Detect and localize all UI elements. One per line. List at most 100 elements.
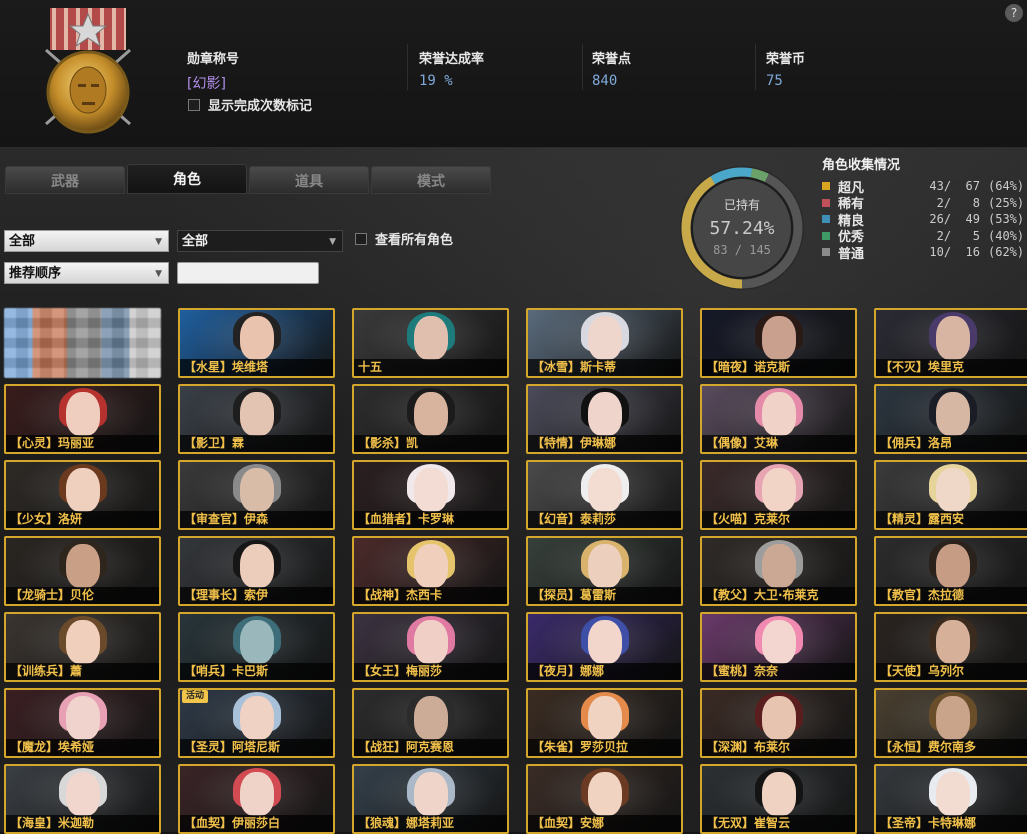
character-card[interactable]: 【圣帝】卡特琳娜	[874, 764, 1027, 834]
character-face	[413, 468, 448, 512]
character-card[interactable]: 【佣兵】洛昂	[874, 384, 1027, 454]
character-card[interactable]: 【偶像】艾琳	[700, 384, 857, 454]
character-card[interactable]: 【无双】崔智云	[700, 764, 857, 834]
rarity-percent: (64%)	[988, 179, 1025, 194]
honor-points-stat: 荣誉点 840	[592, 48, 631, 89]
character-name: 【偶像】艾琳	[702, 435, 855, 452]
character-face	[587, 772, 622, 816]
character-card[interactable]: 【夜月】娜娜	[526, 612, 683, 682]
checkbox-box[interactable]	[355, 232, 367, 245]
character-card[interactable]: 【蜜桃】奈奈	[700, 612, 857, 682]
character-card[interactable]: 【冰雪】斯卡蒂	[526, 308, 683, 378]
character-card[interactable]: 【探员】葛雷斯	[526, 536, 683, 606]
character-card[interactable]: 【教父】大卫·布莱克	[700, 536, 857, 606]
chevron-down-icon: ▼	[155, 269, 162, 279]
character-name: 【海皇】米迦勒	[6, 815, 159, 832]
rarity-swatch	[822, 231, 830, 240]
character-name: 【理事长】索伊	[180, 587, 333, 604]
character-card[interactable]: 【训练兵】蕭	[4, 612, 161, 682]
character-card[interactable]: 【火喵】克莱尔	[700, 460, 857, 530]
character-face	[587, 468, 622, 512]
medal-title-label: 勋章称号	[187, 52, 240, 67]
character-face	[239, 620, 274, 664]
honor-points-value: 840	[592, 73, 618, 89]
character-card[interactable]: 活动 【圣灵】阿塔尼斯	[178, 688, 335, 758]
event-badge: 活动	[182, 690, 209, 703]
help-icon[interactable]: ?	[1005, 4, 1023, 22]
tab-modes[interactable]: 模式	[371, 166, 491, 194]
character-card[interactable]: 【教官】杰拉德	[874, 536, 1027, 606]
character-face	[761, 392, 796, 436]
character-face	[761, 620, 796, 664]
chevron-down-icon: ▼	[329, 237, 336, 247]
tab-weapons[interactable]: 武器	[5, 166, 125, 194]
character-card[interactable]: 【暗夜】诺克斯	[700, 308, 857, 378]
character-card[interactable]: 【龙骑士】贝伦	[4, 536, 161, 606]
medal-icon	[45, 8, 131, 134]
character-name: 【教官】杰拉德	[876, 587, 1027, 604]
divider	[582, 44, 583, 90]
character-name: 【深渊】布莱尔	[702, 739, 855, 756]
character-card[interactable]: 【不灭】埃里克	[874, 308, 1027, 378]
character-name: 【火喵】克莱尔	[702, 511, 855, 528]
character-name: 【哨兵】卡巴斯	[180, 663, 333, 680]
character-card[interactable]: 【朱雀】罗莎贝拉	[526, 688, 683, 758]
character-card[interactable]: 【深渊】布莱尔	[700, 688, 857, 758]
rarity-count: 26/ 49	[929, 212, 980, 227]
character-name: 【暗夜】诺克斯	[702, 359, 855, 376]
character-card[interactable]: 【理事长】索伊	[178, 536, 335, 606]
character-card[interactable]	[4, 308, 161, 378]
category-dropdown[interactable]: 全部 ▼	[4, 230, 169, 252]
character-card[interactable]: 【血契】伊丽莎白	[178, 764, 335, 834]
chevron-down-icon: ▼	[155, 237, 162, 247]
rarity-swatch	[822, 215, 830, 224]
character-card[interactable]: 【海皇】米迦勒	[4, 764, 161, 834]
medal-title-value[interactable]: [幻影]	[187, 73, 239, 93]
search-input[interactable]	[177, 262, 319, 284]
character-card[interactable]: 【天使】乌列尔	[874, 612, 1027, 682]
character-name: 【特情】伊琳娜	[528, 435, 681, 452]
character-face	[761, 544, 796, 588]
character-card[interactable]: 【幻音】泰莉莎	[526, 460, 683, 530]
character-card[interactable]: 【少女】洛妍	[4, 460, 161, 530]
character-name: 【天使】乌列尔	[876, 663, 1027, 680]
character-name: 【探员】葛雷斯	[528, 587, 681, 604]
tab-items[interactable]: 道具	[249, 166, 369, 194]
character-card[interactable]: 【审查官】伊森	[178, 460, 335, 530]
character-card[interactable]: 【战神】杰西卡	[352, 536, 509, 606]
character-card[interactable]: 【女王】梅丽莎	[352, 612, 509, 682]
character-card[interactable]: 【影杀】凯	[352, 384, 509, 454]
character-card[interactable]: 【特情】伊琳娜	[526, 384, 683, 454]
character-card[interactable]: 【战狂】阿克赛恩	[352, 688, 509, 758]
character-card[interactable]: 【水星】埃维塔	[178, 308, 335, 378]
character-card[interactable]: 【血契】安娜	[526, 764, 683, 834]
character-card[interactable]: 【精灵】露西安	[874, 460, 1027, 530]
rarity-percent: (25%)	[988, 195, 1025, 210]
owned-count: 83 / 145	[713, 243, 771, 257]
sort-dropdown[interactable]: 推荐顺序 ▼	[4, 262, 169, 284]
character-face	[413, 620, 448, 664]
tab-characters[interactable]: 角色	[127, 164, 247, 194]
character-card[interactable]: 【血猎者】卡罗琳	[352, 460, 509, 530]
legend-row: 优秀 2/ 5 (40%)	[822, 228, 1027, 245]
rarity-percent: (53%)	[988, 212, 1025, 227]
character-card[interactable]: 【哨兵】卡巴斯	[178, 612, 335, 682]
character-card[interactable]: 【心灵】玛丽亚	[4, 384, 161, 454]
category-tabs: 武器 角色 道具 模式	[5, 164, 491, 194]
character-card[interactable]: 十五	[352, 308, 509, 378]
subcategory-dropdown[interactable]: 全部 ▼	[177, 230, 343, 252]
character-name: 十五	[354, 359, 507, 376]
show-all-label: 查看所有角色	[375, 233, 454, 248]
character-face	[761, 772, 796, 816]
show-all-checkbox[interactable]: 查看所有角色	[355, 229, 453, 248]
character-name: 【血契】伊丽莎白	[180, 815, 333, 832]
honor-coins-label: 荣誉币	[766, 52, 806, 67]
character-name: 【朱雀】罗莎贝拉	[528, 739, 681, 756]
show-marker-checkbox[interactable]: 显示完成次数标记	[188, 95, 312, 114]
character-card[interactable]: 【狼魂】娜塔莉亚	[352, 764, 509, 834]
rarity-count: 2/ 8	[929, 195, 980, 210]
character-card[interactable]: 【永恒】费尔南多	[874, 688, 1027, 758]
character-card[interactable]: 【魔龙】埃希娅	[4, 688, 161, 758]
character-card[interactable]: 【影卫】霖	[178, 384, 335, 454]
checkbox-box[interactable]	[188, 98, 200, 111]
